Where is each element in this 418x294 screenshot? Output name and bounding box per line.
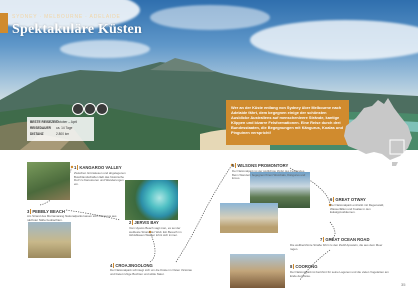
photo-pebbly-beach [28, 222, 71, 258]
stop-heading-6: 6 GREAT OTWAY [330, 197, 366, 203]
stop-heading-8: 8 COORONG [290, 264, 318, 270]
stop-text-8: Der Nationalpark ist berühmt für seine L… [290, 270, 389, 278]
stop-text-7: Die weltberühmte Straße führt zu den Zwö… [290, 243, 383, 251]
stop-text-1: Zwischen Grünwiesen und abgelegenen Busc… [74, 171, 126, 186]
photo-coorong [230, 254, 285, 288]
stop-text-3: Am Strand des Murramarang Nationalparks … [27, 214, 117, 222]
page-number: 35 [401, 282, 406, 287]
stop-heading-2: 2 JERVIS BAY [129, 220, 159, 226]
stop-heading-5: 5 WILSONS PROMONTORY [232, 163, 289, 169]
stop-text-6: Der Nationalpark entzückt mit Regenwald,… [330, 203, 384, 215]
stop-text-4: Der Nationalpark schmiegt sich um die Kü… [110, 268, 192, 276]
stop-text-2: Vom Hyams Beach sagt man, es sei der wei… [129, 226, 182, 238]
stop-text-5: Der Nationalpark ist der südlichste Zipf… [232, 169, 306, 181]
photo-great-otway [220, 203, 278, 233]
photo-jervis-bay [125, 180, 178, 220]
magazine-page: SYDNEY · MELBOURNE · ADELAIDE Spektakulä… [0, 0, 418, 294]
photo-kangaroo-valley [27, 162, 70, 200]
stop-heading-1: 1 KANGAROO VALLEY [74, 165, 122, 171]
stop-heading-7: 7 GREAT OCEAN ROAD [320, 237, 370, 243]
